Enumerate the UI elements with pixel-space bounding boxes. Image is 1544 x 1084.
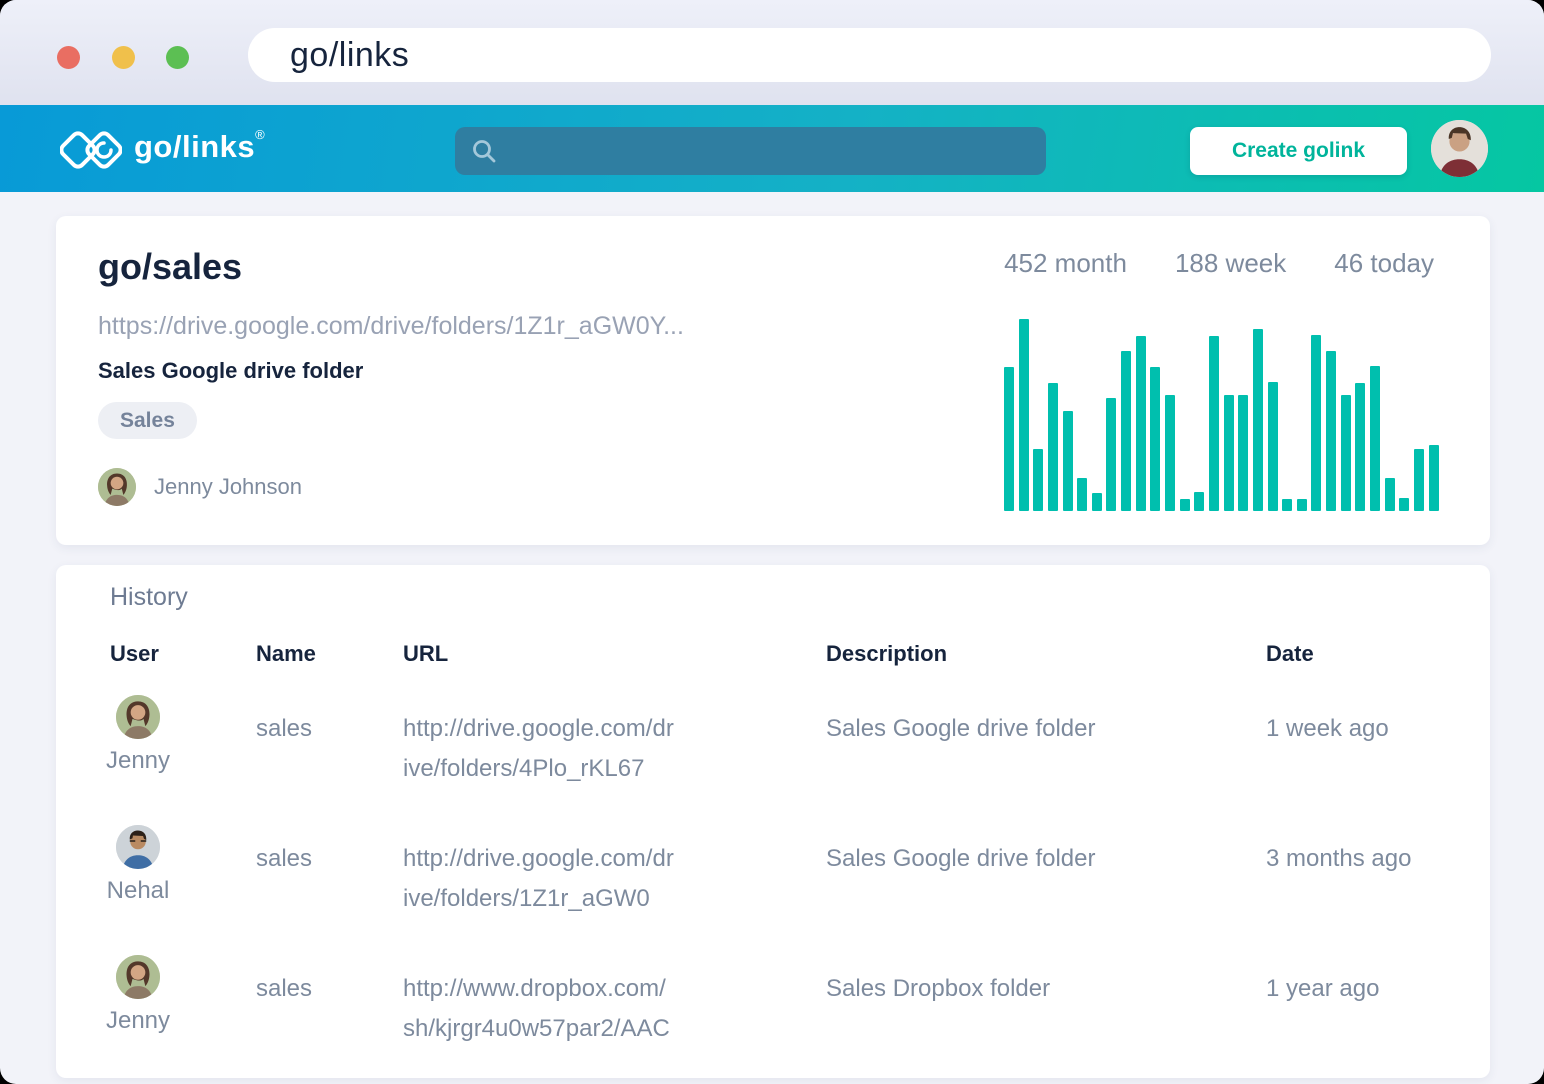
usage-bar (1165, 395, 1175, 511)
usage-bar (1224, 395, 1234, 511)
user-cell: Nehal (104, 825, 172, 905)
golink-owner: Jenny Johnson (98, 468, 302, 506)
usage-bar (1004, 367, 1014, 511)
app-header: go/links ® Create golink (0, 105, 1544, 192)
table-row[interactable]: Jenny sales http://drive.google.com/driv… (56, 695, 1490, 789)
history-card: History User Name URL Description Date J… (56, 565, 1490, 1078)
usage-bar (1033, 449, 1043, 511)
usage-stats: 452 month 188 week 46 today (1004, 248, 1434, 279)
user-name: Nehal (107, 877, 170, 905)
date-cell: 1 week ago (1266, 695, 1490, 749)
stat-today: 46 today (1334, 248, 1434, 279)
url-cell[interactable]: http://drive.google.com/drive/folders/4P… (403, 695, 676, 789)
usage-bar (1194, 492, 1204, 511)
usage-bar (1238, 395, 1248, 511)
date-cell: 1 year ago (1266, 955, 1490, 1009)
usage-bar (1136, 336, 1146, 511)
name-cell: sales (256, 955, 403, 1009)
logo-wordmark: go/links (134, 129, 255, 165)
search-icon (471, 138, 497, 164)
address-bar-text: go/links (290, 36, 409, 75)
user-cell: Jenny (104, 955, 172, 1035)
usage-bar (1092, 493, 1102, 511)
usage-bar (1326, 351, 1336, 511)
usage-bar (1399, 498, 1409, 511)
usage-bar (1385, 478, 1395, 511)
browser-chrome: go/links (0, 0, 1544, 105)
close-window-button[interactable] (57, 46, 80, 69)
usage-bar (1253, 329, 1263, 511)
column-header-description: Description (826, 641, 1266, 667)
column-header-date: Date (1266, 641, 1490, 667)
usage-bar (1311, 335, 1321, 511)
user-avatar-image (116, 695, 160, 739)
golinks-logo-icon (60, 127, 122, 175)
history-table-header: User Name URL Description Date (56, 641, 1490, 667)
user-cell: Jenny (104, 695, 172, 775)
golink-description: Sales Google drive folder (98, 358, 363, 384)
usage-bar (1282, 499, 1292, 511)
usage-bar (1429, 445, 1439, 511)
create-golink-button[interactable]: Create golink (1190, 127, 1407, 175)
usage-bar (1121, 351, 1131, 511)
usage-bar (1341, 395, 1351, 511)
user-avatar (116, 955, 160, 999)
usage-bar (1019, 319, 1029, 511)
golink-destination-url[interactable]: https://drive.google.com/drive/folders/1… (98, 312, 684, 341)
registered-mark: ® (255, 127, 265, 142)
date-cell: 3 months ago (1266, 825, 1490, 879)
profile-avatar[interactable] (1431, 120, 1488, 177)
user-avatar-image (116, 955, 160, 999)
profile-avatar-image (1431, 120, 1488, 177)
stat-month: 452 month (1004, 248, 1127, 279)
maximize-window-button[interactable] (166, 46, 189, 69)
minimize-window-button[interactable] (112, 46, 135, 69)
url-cell[interactable]: http://drive.google.com/drive/folders/1Z… (403, 825, 676, 919)
golink-detail-card: go/sales https://drive.google.com/drive/… (56, 216, 1490, 545)
usage-bar (1150, 367, 1160, 511)
usage-bar (1297, 499, 1307, 511)
usage-bar (1209, 336, 1219, 511)
description-cell: Sales Google drive folder (826, 825, 1266, 879)
description-cell: Sales Google drive folder (826, 695, 1266, 749)
history-title: History (110, 583, 188, 612)
table-row[interactable]: Jenny sales http://www.dropbox.com/sh/kj… (56, 955, 1490, 1049)
column-header-user: User (110, 641, 256, 667)
table-row[interactable]: Nehal sales http://drive.google.com/driv… (56, 825, 1490, 919)
browser-window: go/links go/links ® Create golink (0, 0, 1544, 1084)
stat-week: 188 week (1175, 248, 1286, 279)
usage-bar (1268, 382, 1278, 511)
column-header-name: Name (256, 641, 403, 667)
user-name: Jenny (106, 747, 170, 775)
usage-bar-chart (1004, 318, 1440, 511)
user-avatar-image (116, 825, 160, 869)
address-bar[interactable]: go/links (248, 28, 1491, 82)
usage-bar (1370, 366, 1380, 511)
usage-bar (1063, 411, 1073, 511)
usage-bar (1180, 499, 1190, 511)
owner-name: Jenny Johnson (154, 474, 302, 500)
url-cell[interactable]: http://www.dropbox.com/sh/kjrgr4u0w57par… (403, 955, 676, 1049)
usage-bar (1106, 398, 1116, 511)
name-cell: sales (256, 695, 403, 749)
user-avatar (116, 825, 160, 869)
tag-badge[interactable]: Sales (98, 402, 197, 439)
usage-bar (1414, 449, 1424, 511)
column-header-url: URL (403, 641, 826, 667)
golink-title: go/sales (98, 246, 242, 288)
owner-avatar-image (98, 468, 136, 506)
usage-bar (1077, 478, 1087, 511)
golinks-logo[interactable]: go/links ® (60, 123, 265, 175)
user-avatar (116, 695, 160, 739)
user-name: Jenny (106, 1007, 170, 1035)
header-search-input[interactable] (455, 127, 1046, 175)
usage-bar (1048, 383, 1058, 511)
description-cell: Sales Dropbox folder (826, 955, 1266, 1009)
owner-avatar (98, 468, 136, 506)
name-cell: sales (256, 825, 403, 879)
usage-bar (1355, 383, 1365, 511)
